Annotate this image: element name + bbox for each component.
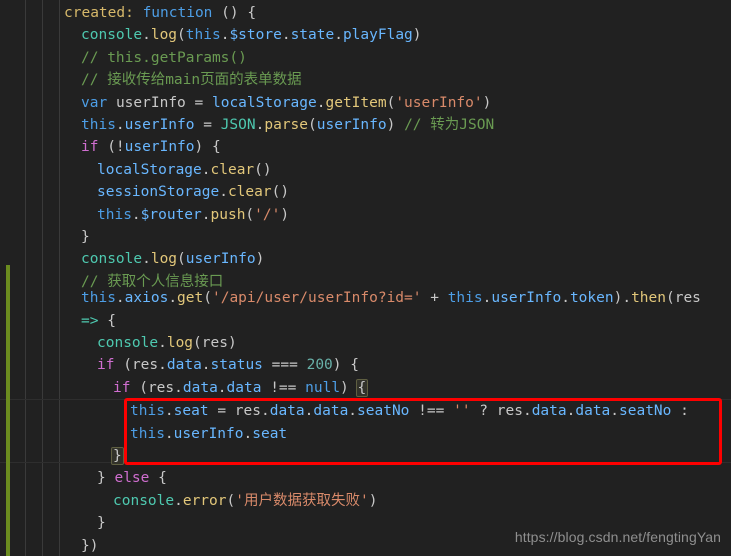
code-line[interactable]: if (res.data.data !== null) { — [113, 377, 369, 399]
code-line[interactable]: if (!userInfo) { — [81, 136, 221, 158]
code-line[interactable]: => { — [81, 310, 116, 332]
code-line[interactable]: console.log(this.$store.state.playFlag) — [81, 24, 422, 46]
code-editor[interactable]: created: function () { console.log(this.… — [0, 0, 731, 556]
code-line[interactable]: if (res.data.status === 200) { — [97, 354, 359, 376]
code-line[interactable]: console.error('用户数据获取失败') — [113, 490, 377, 512]
code-line[interactable]: sessionStorage.clear() — [97, 181, 289, 203]
code-line[interactable]: } else { — [97, 467, 167, 489]
code-line[interactable]: console.log(userInfo) — [81, 248, 264, 270]
code-line[interactable]: } — [97, 512, 106, 534]
code-text-area[interactable]: created: function () { console.log(this.… — [0, 0, 731, 556]
code-line[interactable]: // 接收传给main页面的表单数据 — [81, 69, 302, 91]
vcs-change-marker[interactable] — [6, 265, 10, 556]
bracket-match-open: { — [355, 378, 369, 397]
code-line[interactable]: this.axios.get('/api/user/userInfo?id=' … — [81, 287, 701, 309]
code-line[interactable]: this.$router.push('/') — [97, 204, 289, 226]
code-line[interactable]: }) — [81, 535, 98, 556]
code-line[interactable]: } — [111, 445, 124, 467]
code-line[interactable]: this.userInfo.seat — [130, 423, 287, 445]
code-line[interactable]: localStorage.clear() — [97, 159, 272, 181]
code-line[interactable]: created: function () { — [64, 2, 256, 24]
bracket-match-close: } — [111, 447, 124, 465]
watermark-text: https://blog.csdn.net/fengtingYan — [514, 528, 721, 545]
code-line[interactable]: this.seat = res.data.data.seatNo !== '' … — [130, 400, 689, 422]
code-line[interactable]: console.log(res) — [97, 332, 237, 354]
code-line[interactable]: // this.getParams() — [81, 47, 247, 69]
code-line[interactable]: var userInfo = localStorage.getItem('use… — [81, 92, 491, 114]
code-line[interactable]: } — [81, 226, 90, 248]
code-line[interactable]: this.userInfo = JSON.parse(userInfo) // … — [81, 114, 494, 136]
